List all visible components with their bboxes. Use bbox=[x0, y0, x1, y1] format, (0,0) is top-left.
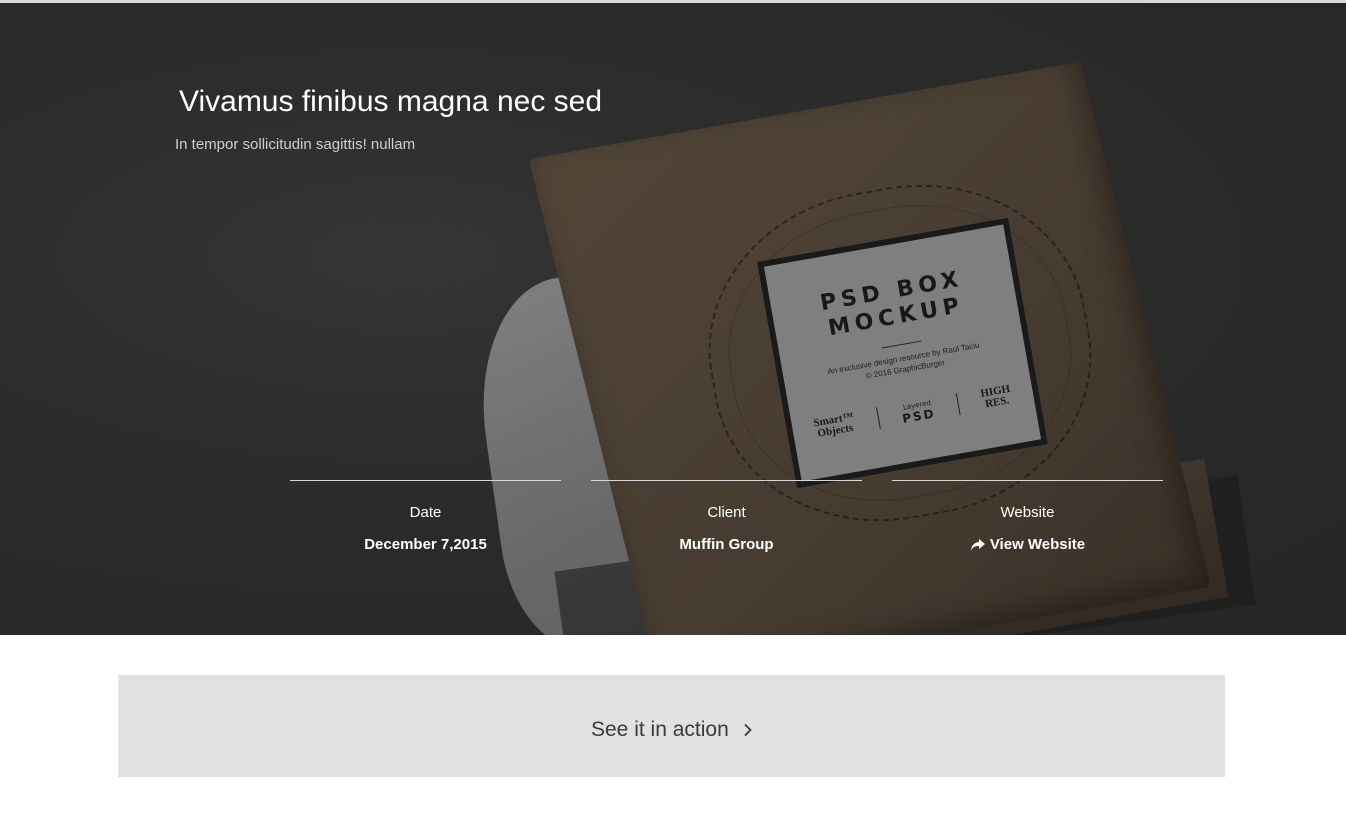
meta-label: Date bbox=[409, 504, 442, 521]
page-subtitle: In tempor sollicitudin sagittis! nullam bbox=[175, 136, 416, 153]
meta-label: Website bbox=[1000, 504, 1055, 521]
see-it-in-action-button[interactable]: See it in action bbox=[591, 718, 753, 742]
hero-section: PSD BOX MOCKUP An exclusive design resou… bbox=[0, 3, 1346, 635]
project-meta-date: Date December 7,2015 bbox=[290, 480, 561, 554]
project-meta-client: Client Muffin Group bbox=[591, 480, 862, 554]
meta-label: Client bbox=[707, 504, 746, 521]
view-website-label: View Website bbox=[989, 536, 1086, 553]
meta-value: Muffin Group bbox=[679, 536, 774, 553]
view-website-link[interactable]: View Website bbox=[970, 536, 1085, 554]
meta-value: December 7,2015 bbox=[364, 536, 487, 553]
see-it-in-action-label: See it in action bbox=[591, 718, 729, 741]
chevron-right-icon bbox=[743, 723, 753, 737]
project-meta-website: Website View Website bbox=[892, 480, 1163, 557]
share-icon bbox=[970, 538, 986, 552]
page-title: Vivamus finibus magna nec sed bbox=[179, 85, 603, 118]
